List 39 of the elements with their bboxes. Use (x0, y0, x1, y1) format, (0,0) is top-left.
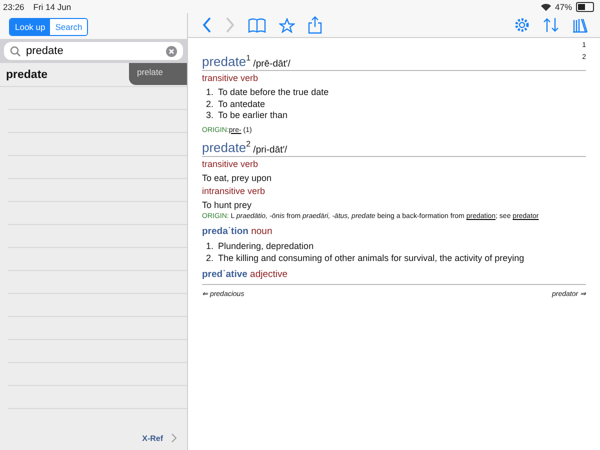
headword: predate$^{1}$ /prē-dāt′/ (202, 54, 290, 70)
battery-icon (576, 2, 594, 12)
segment-tab[interactable]: Search (50, 19, 88, 35)
search-field[interactable]: predate (4, 42, 183, 60)
part-of-speech: intransitive verb (202, 186, 266, 196)
battery-percent: 47% (554, 2, 572, 12)
definition: To hunt prey (202, 200, 253, 210)
headword: predate$^{2}$ /pri-dāt′/ (202, 140, 288, 156)
chevron-right-icon (171, 433, 177, 443)
list-number: 2. (206, 98, 215, 110)
derived-word: preda˙tion noun (202, 226, 274, 238)
library-icon[interactable] (572, 17, 588, 33)
book-icon[interactable] (248, 18, 266, 32)
back-icon[interactable] (202, 17, 212, 33)
share-icon[interactable] (308, 16, 322, 34)
list-number: 1. (206, 241, 215, 253)
definition: To be earlier than (218, 110, 288, 122)
list-number: 1. (206, 87, 215, 99)
suggestion-popup[interactable]: prelate (129, 63, 187, 85)
star-icon[interactable] (279, 18, 295, 32)
settings-icon[interactable] (514, 17, 530, 33)
search-icon (10, 46, 21, 56)
swap-arrows-icon[interactable] (543, 17, 559, 33)
part-of-speech: transitive verb (202, 159, 260, 170)
definition: Plundering, depredation (218, 241, 314, 253)
xref-link[interactable]: X-Ref (142, 434, 163, 442)
segment-tab[interactable]: Look up (10, 19, 50, 35)
status-time: 23:26 (3, 2, 24, 12)
definition: The killing and consuming of other animals for survival, the activity of preying (218, 252, 524, 264)
part-of-speech: transitive verb (202, 73, 260, 84)
derived-word: pred˙ative adjective (202, 269, 289, 280)
definition: To date before the true date (218, 87, 329, 99)
wifi-icon (540, 2, 551, 10)
status-date: Fri 14 Jun (33, 2, 72, 12)
list-number: 2. (206, 252, 215, 264)
definition: To eat, prey upon (202, 173, 273, 184)
clear-icon[interactable] (166, 46, 177, 56)
list-number: 3. (206, 110, 215, 122)
definition: To antedate (218, 98, 266, 110)
